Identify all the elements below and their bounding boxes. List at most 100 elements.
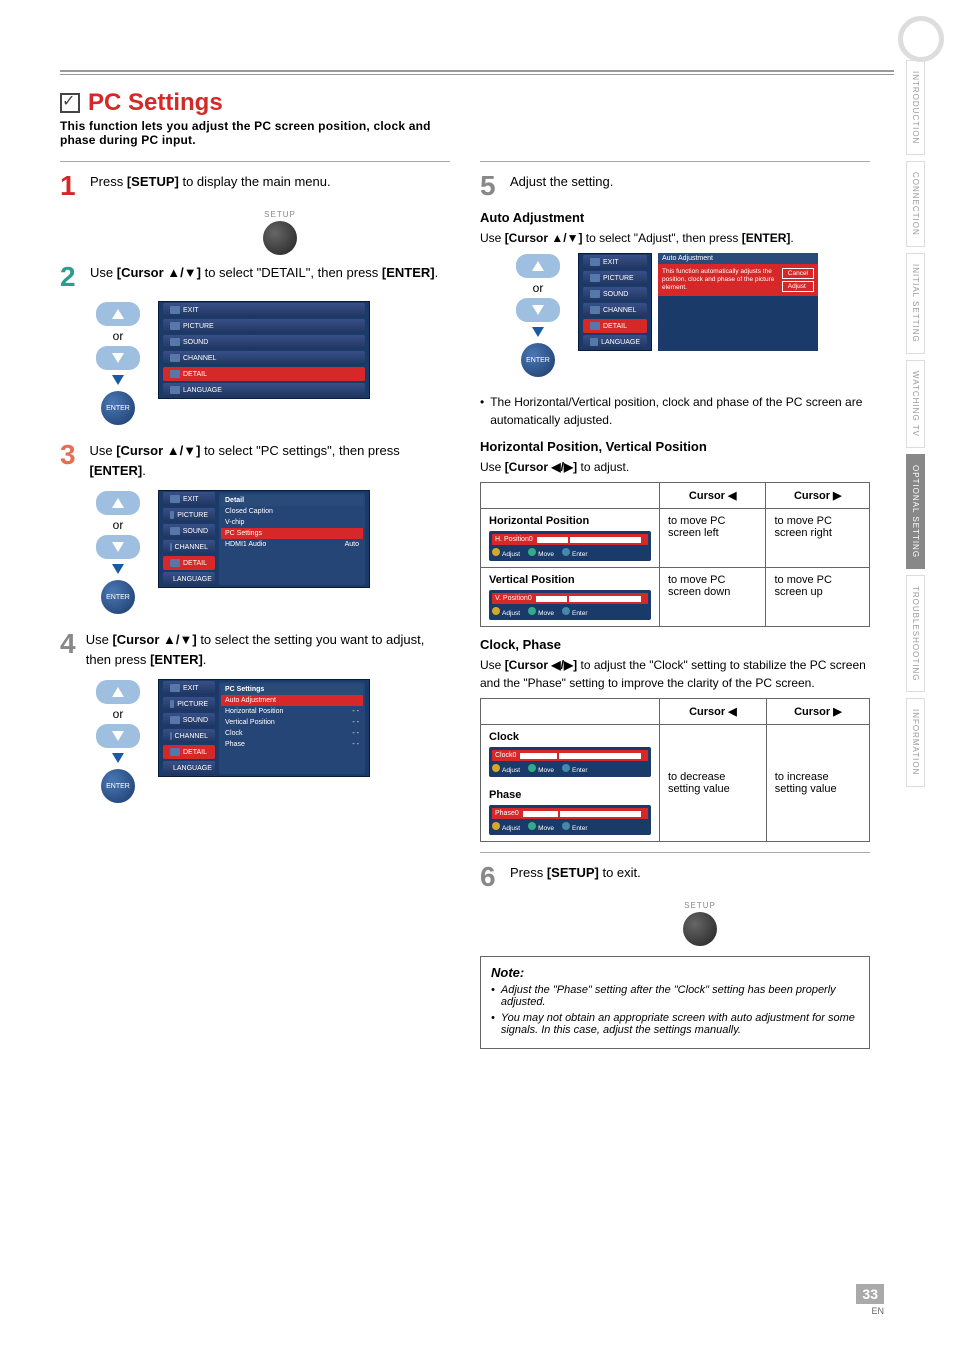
cursor-up-icon [516, 254, 560, 278]
auto-osd-msg: This function automatically adjusts the … [662, 268, 776, 291]
arrow-down-icon [112, 375, 124, 385]
osd-row-hpos: Horizontal Position- - [221, 706, 363, 717]
osd-sound: SOUND [163, 335, 365, 349]
setup-button-icon [263, 221, 297, 255]
osd-auto-dialog: Auto Adjustment This function automatica… [658, 253, 818, 351]
osd-detail-menu: EXIT PICTURE SOUND CHANNEL DETAIL LANGUA… [158, 490, 370, 588]
note-head: Note: [491, 965, 859, 980]
rule-top [60, 70, 894, 72]
nav-buttons-4: or ENTER [96, 679, 140, 803]
hpos-label: Horizontal Position [489, 515, 651, 527]
auto-adj-para: Use [Cursor ▲/▼] to select "Adjust", the… [480, 229, 870, 247]
step-6: 6 Press [SETUP] to exit. [480, 863, 870, 891]
osd-channel: CHANNEL [163, 351, 365, 365]
vpos-right-effect: to move PC screen up [766, 568, 870, 627]
osd-row-clock: Clock- - [221, 728, 363, 739]
osd-detail: DETAIL [583, 319, 647, 333]
step-num-5: 5 [480, 172, 500, 200]
step4-text: Use [Cursor ▲/▼] to select the setting y… [86, 630, 450, 669]
osd-exit: EXIT [163, 492, 215, 506]
cp-left-effect: to decrease setting value [659, 725, 766, 842]
cursor-down-icon [96, 346, 140, 370]
page-title: PC Settings [88, 89, 223, 117]
col-line-right2 [480, 852, 870, 853]
step-num-3: 3 [60, 441, 79, 469]
auto-bullet: •The Horizontal/Vertical position, clock… [480, 393, 870, 429]
step-num-6: 6 [480, 863, 500, 891]
osd-sound: SOUND [583, 287, 647, 301]
table-row: Clock Clock0 AdjustMoveEnter to decrease… [481, 725, 870, 784]
table-row: Vertical Position V. Position0 AdjustMov… [481, 568, 870, 627]
th-cursor-right: Cursor ▶ [766, 699, 869, 725]
page-footer: 33 EN [856, 1284, 884, 1316]
step3-text: Use [Cursor ▲/▼] to select "PC settings"… [89, 441, 450, 480]
or-text: or [533, 281, 544, 295]
hv-table: Cursor ◀Cursor ▶ Horizontal Position H. … [480, 482, 870, 627]
auto-osd-title: Auto Adjustment [658, 253, 818, 264]
osd-picture: PICTURE [583, 271, 647, 285]
osd-language: LANGUAGE [163, 572, 215, 586]
phase-label: Phase [489, 789, 651, 801]
enter-button-icon: ENTER [521, 343, 555, 377]
tab-watching: WATCHING TV [906, 360, 925, 448]
col-line-left [60, 161, 450, 162]
page-corner-orb [898, 16, 944, 62]
section-tabs: INTRODUCTION CONNECTION INITIAL SETTING … [906, 60, 954, 793]
osd-sound: SOUND [163, 713, 215, 727]
tab-info: INFORMATION [906, 698, 925, 786]
cursor-down-icon [516, 298, 560, 322]
vpos-label: Vertical Position [489, 574, 651, 586]
step-3: 3 Use [Cursor ▲/▼] to select "PC setting… [60, 441, 450, 480]
tab-initial: INITIAL SETTING [906, 253, 925, 354]
cursor-down-icon [96, 724, 140, 748]
clock-osd: Clock0 AdjustMoveEnter [489, 747, 651, 777]
or-text: or [113, 518, 124, 532]
auto-adjust-btn: Adjust [782, 281, 814, 292]
tab-intro: INTRODUCTION [906, 60, 925, 155]
note-2: You may not obtain an appropriate screen… [501, 1012, 859, 1036]
osd-detail: DETAIL [163, 745, 215, 759]
checkbox-icon [60, 93, 80, 113]
osd-detail-head: Detail [221, 495, 363, 506]
cursor-down-icon [96, 535, 140, 559]
osd-picture: PICTURE [163, 508, 215, 522]
th-cursor-left: Cursor ◀ [659, 483, 766, 509]
tab-optional: OPTIONAL SETTING [906, 454, 925, 569]
th-cursor-right: Cursor ▶ [766, 483, 870, 509]
step2-text: Use [Cursor ▲/▼] to select "DETAIL", the… [90, 263, 438, 283]
page-lang: EN [871, 1306, 884, 1316]
phase-osd: Phase0 AdjustMoveEnter [489, 805, 651, 835]
osd-row-phase: Phase- - [221, 739, 363, 750]
hpos-osd: H. Position0 AdjustMoveEnter [489, 531, 651, 561]
osd-picture: PICTURE [163, 319, 365, 333]
osd-exit: EXIT [163, 681, 215, 695]
page-number: 33 [856, 1284, 884, 1304]
setup-label-1: SETUP [264, 210, 296, 219]
or-text: or [113, 329, 124, 343]
arrow-down-icon [112, 564, 124, 574]
step-num-1: 1 [60, 172, 80, 200]
auto-adj-head: Auto Adjustment [480, 210, 870, 225]
osd-sound: SOUND [163, 524, 215, 538]
cp-head: Clock, Phase [480, 637, 870, 652]
osd-row-vchip: V-chip [221, 517, 363, 528]
cp-para: Use [Cursor ◀/▶] to adjust the "Clock" s… [480, 656, 870, 692]
osd-language: LANGUAGE [163, 383, 365, 397]
nav-buttons-3: or ENTER [96, 490, 140, 614]
th-cursor-left: Cursor ◀ [659, 699, 766, 725]
hv-head: Horizontal Position, Vertical Position [480, 439, 870, 454]
step6-text: Press [SETUP] to exit. [510, 863, 641, 883]
note-1: Adjust the "Phase" setting after the "Cl… [501, 984, 859, 1008]
osd-pcset-head: PC Settings [221, 684, 363, 695]
step1-text: Press [SETUP] to display the main menu. [90, 172, 331, 192]
or-text: or [113, 707, 124, 721]
osd-language: LANGUAGE [583, 335, 647, 349]
enter-button-icon: ENTER [101, 391, 135, 425]
clock-label: Clock [489, 731, 651, 743]
osd-exit: EXIT [583, 255, 647, 269]
osd-row-vpos: Vertical Position- - [221, 717, 363, 728]
arrow-down-icon [532, 327, 544, 337]
cursor-up-icon [96, 680, 140, 704]
auto-cancel-btn: Cancel [782, 268, 814, 279]
setup-button-icon [683, 912, 717, 946]
